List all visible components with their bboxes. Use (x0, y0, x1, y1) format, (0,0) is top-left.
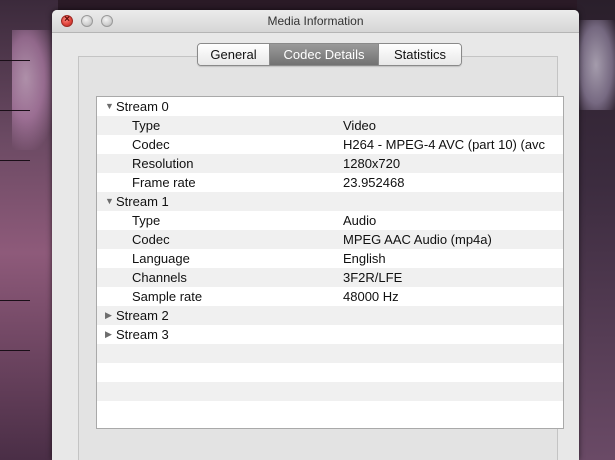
property-key: Frame rate (132, 175, 196, 190)
property-value: Video (343, 118, 377, 133)
property-row[interactable]: Type Audio (97, 211, 563, 230)
property-row[interactable]: Channels 3F2R/LFE (97, 268, 563, 287)
stream-label: Stream 0 (116, 99, 169, 114)
property-value: MPEG AAC Audio (mp4a) (343, 232, 492, 247)
property-key: Resolution (132, 156, 194, 171)
stream-row[interactable]: ▼ Stream 1 (97, 192, 563, 211)
tab-codec-details[interactable]: Codec Details (270, 44, 379, 65)
background-art-right (577, 0, 615, 460)
tab-bar: General Codec Details Statistics (197, 43, 462, 66)
empty-row (97, 382, 563, 401)
property-value: H264 - MPEG-4 AVC (part 10) (avc (343, 137, 546, 152)
window-title: Media Information (267, 14, 364, 28)
property-key: Type (132, 213, 161, 228)
stream-row[interactable]: ▼ Stream 0 (97, 97, 563, 116)
property-value: 48000 Hz (343, 289, 399, 304)
stream-label: Stream 1 (116, 194, 169, 209)
media-information-window: × Media Information General Codec Detail… (52, 10, 579, 460)
property-key: Type (132, 118, 161, 133)
property-value: 23.952468 (343, 175, 405, 190)
background-brick (0, 160, 30, 161)
background-brick (0, 60, 30, 61)
property-key: Sample rate (132, 289, 203, 304)
property-row[interactable]: Codec H264 - MPEG-4 AVC (part 10) (avc (97, 135, 563, 154)
empty-row (97, 344, 563, 363)
property-key: Codec (132, 137, 170, 152)
stream-row[interactable]: ▶ Stream 2 (97, 306, 563, 325)
tab-general[interactable]: General (198, 44, 270, 65)
background-light (577, 20, 615, 110)
background-brick (0, 300, 30, 301)
stream-label: Stream 3 (116, 327, 169, 342)
background-art-left (0, 0, 58, 460)
property-row[interactable]: Language English (97, 249, 563, 268)
background-brick (0, 350, 30, 351)
property-row[interactable]: Resolution 1280x720 (97, 154, 563, 173)
property-row[interactable]: Sample rate 48000 Hz (97, 287, 563, 306)
property-key: Language (132, 251, 190, 266)
property-value: 1280x720 (343, 156, 401, 171)
disclosure-collapsed-icon[interactable]: ▶ (105, 325, 112, 344)
background-brick (0, 110, 30, 111)
disclosure-collapsed-icon[interactable]: ▶ (105, 306, 112, 325)
empty-row (97, 401, 563, 420)
property-value: Audio (343, 213, 377, 228)
empty-row (97, 363, 563, 382)
stream-row[interactable]: ▶ Stream 3 (97, 325, 563, 344)
property-row[interactable]: Type Video (97, 116, 563, 135)
property-row[interactable]: Codec MPEG AAC Audio (mp4a) (97, 230, 563, 249)
property-key: Codec (132, 232, 170, 247)
disclosure-expanded-icon[interactable]: ▼ (105, 192, 114, 211)
property-row[interactable]: Frame rate 23.952468 (97, 173, 563, 192)
tab-statistics[interactable]: Statistics (379, 44, 461, 65)
title-bar[interactable]: × Media Information (52, 10, 579, 33)
codec-tree-list[interactable]: ▼ Stream 0 Type Video Codec H264 - MPEG-4 AVC… (96, 96, 564, 429)
stream-label: Stream 2 (116, 308, 169, 323)
disclosure-expanded-icon[interactable]: ▼ (105, 97, 114, 116)
property-value: English (343, 251, 386, 266)
property-key: Channels (132, 270, 187, 285)
property-value: 3F2R/LFE (343, 270, 403, 285)
